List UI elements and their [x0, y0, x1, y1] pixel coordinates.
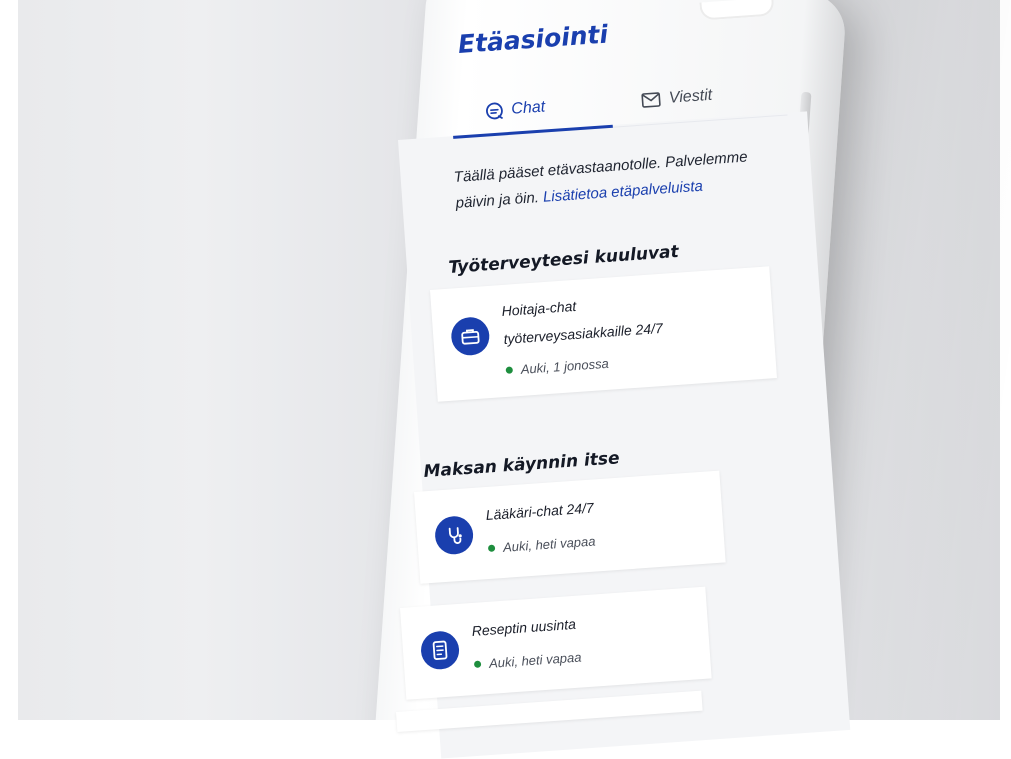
status-dot	[473, 660, 482, 668]
card-status: Auki, heti vapaa	[487, 533, 596, 555]
card-status: Auki, heti vapaa	[473, 649, 582, 671]
status-text: Auki, 1 jonossa	[520, 355, 610, 377]
card-nurse-chat[interactable]: Hoitaja-chat työterveysasiakkaille 24/7 …	[430, 266, 777, 402]
status-dot	[505, 366, 514, 374]
card-subtitle: työterveysasiakkaille 24/7	[503, 319, 664, 347]
stethoscope-icon	[433, 515, 475, 556]
tab-messages-label: Viestit	[668, 86, 713, 107]
tab-chat[interactable]: Chat	[484, 85, 547, 133]
chat-bubble-icon	[485, 101, 504, 120]
tab-messages[interactable]: Viestit	[640, 74, 714, 123]
card-title: Lääkäri-chat 24/7	[485, 499, 595, 524]
card-title: Reseptin uusinta	[471, 615, 577, 640]
status-text: Auki, heti vapaa	[488, 649, 582, 671]
status-dot	[487, 544, 496, 552]
card-title: Hoitaja-chat	[501, 297, 577, 320]
status-text: Auki, heti vapaa	[502, 533, 596, 555]
envelope-icon	[641, 91, 662, 108]
briefcase-icon	[450, 316, 491, 357]
tab-chat-label: Chat	[510, 98, 546, 118]
prescription-icon	[419, 630, 461, 671]
card-status: Auki, 1 jonossa	[505, 356, 609, 378]
